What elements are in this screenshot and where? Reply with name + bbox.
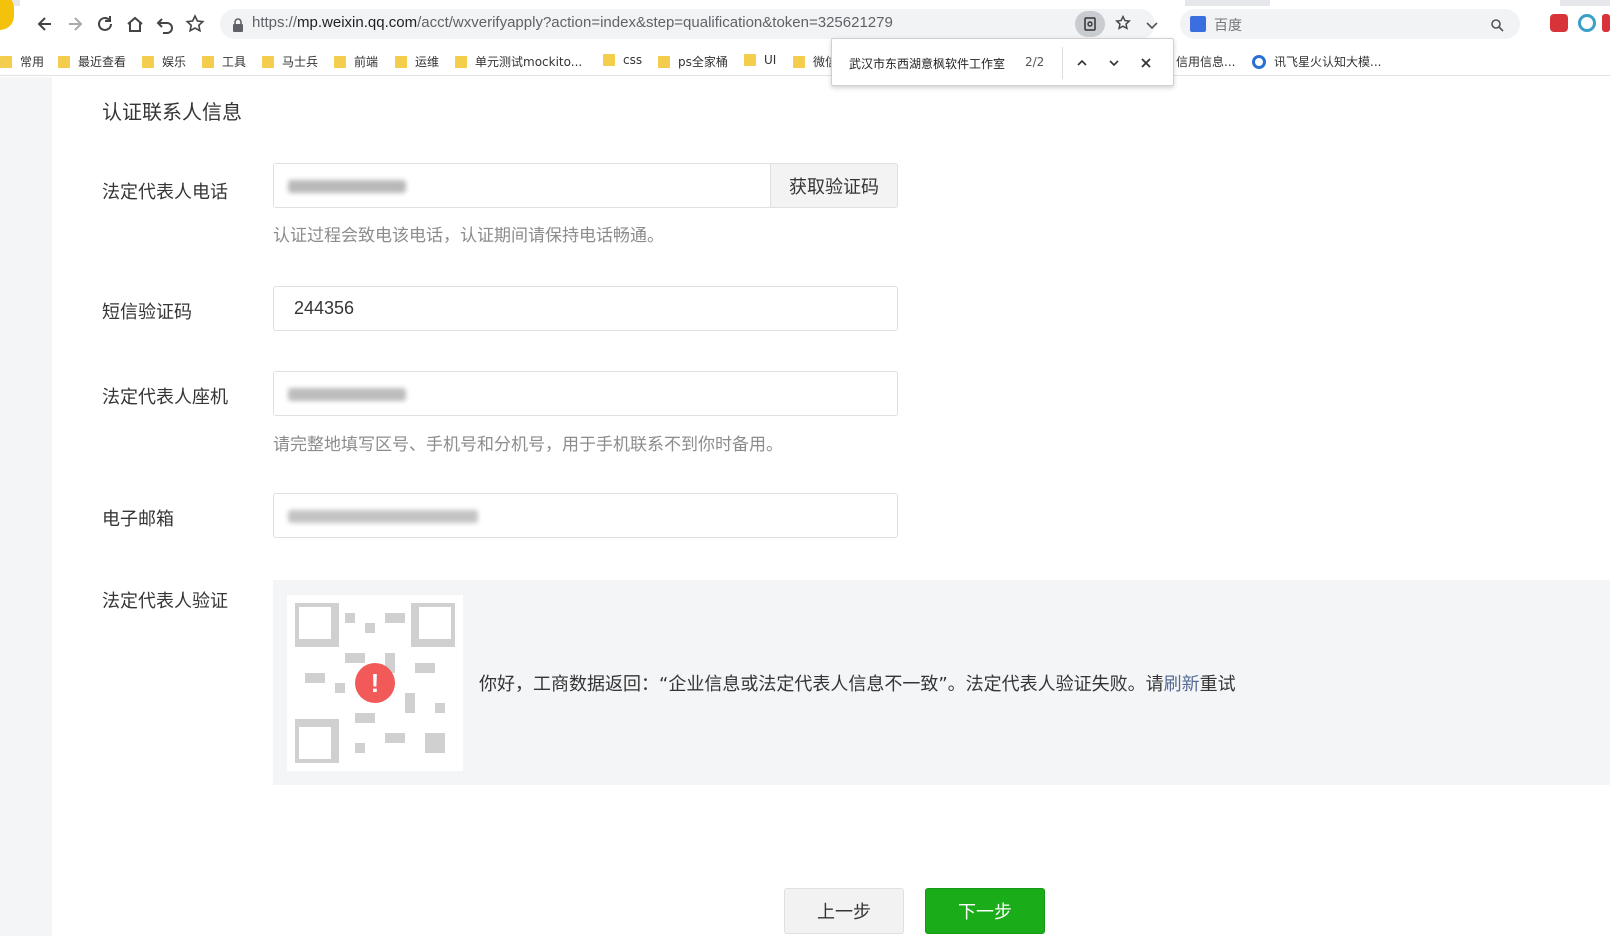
folder-icon [455, 55, 467, 68]
landline-label: 法定代表人座机 [102, 387, 228, 408]
bookmark-item[interactable]: 单元测试mockito... [455, 53, 582, 70]
bookmark-item[interactable]: 讯飞星火认知大模... [1252, 53, 1381, 70]
folder-icon [0, 55, 12, 68]
redacted-value [288, 388, 406, 401]
bookmark-item[interactable]: 常用 [0, 53, 44, 70]
redacted-value [288, 180, 406, 193]
bookmark-item[interactable]: 前端 [334, 53, 378, 70]
email-input[interactable] [273, 493, 898, 538]
search-engine-label: 百度 [1214, 18, 1242, 34]
bookmark-item[interactable]: ps全家桶 [658, 53, 728, 70]
page-background: 认证联系人信息 法定代表人电话 获取验证码 认证过程会致电该电话，认证期间请保持… [0, 77, 1610, 936]
chevron-down-icon[interactable] [1104, 53, 1124, 73]
extension-icon-blue[interactable] [1578, 14, 1596, 32]
browser-tab-2[interactable] [1270, 0, 1560, 6]
folder-icon [142, 55, 154, 68]
verify-message: 你好，工商数据返回：“企业信息或法定代表人信息不一致”。法定代表人验证失败。请刷… [479, 674, 1236, 695]
undo-icon[interactable] [153, 12, 177, 36]
bookmark-item[interactable]: 信用信息... [1176, 53, 1235, 70]
find-divider [1062, 47, 1063, 79]
folder-icon [603, 54, 615, 66]
phone-tip: 认证过程会致电该电话，认证期间请保持电话畅通。 [273, 226, 664, 246]
folder-icon [202, 55, 214, 68]
bookmark-item[interactable]: css [603, 53, 642, 67]
profile-icon[interactable] [0, 0, 14, 30]
browser-toolbar: https://mp.weixin.qq.com/acct/wxverifyap… [0, 0, 1610, 46]
find-bar: 武汉市东西湖意枫软件工作室 2/2 [831, 38, 1174, 86]
folder-icon [334, 55, 346, 68]
search-icon[interactable] [1490, 17, 1504, 36]
chevron-down-icon[interactable] [1145, 17, 1159, 36]
error-icon: ! [355, 663, 395, 703]
prev-step-button[interactable]: 上一步 [784, 888, 904, 934]
browser-tab[interactable] [20, 0, 1185, 6]
lock-icon[interactable] [232, 17, 244, 36]
qr-code[interactable]: ! [287, 595, 463, 771]
landline-input[interactable] [273, 371, 898, 416]
baidu-icon [1190, 16, 1206, 32]
extension-icon-edge[interactable] [1602, 14, 1610, 32]
legal-verify-label: 法定代表人验证 [102, 591, 228, 612]
bookmark-item[interactable]: UI [744, 53, 776, 67]
get-code-button[interactable]: 获取验证码 [770, 163, 898, 208]
sms-code-value: 244356 [294, 298, 355, 318]
bookmark-star-icon[interactable] [183, 12, 207, 36]
bookmarks-bar: 常用 最近查看 娱乐 工具 马士兵 前端 运维 单元测试mockito... c… [0, 46, 1610, 76]
legal-verify-panel: ! 你好，工商数据返回：“企业信息或法定代表人信息不一致”。法定代表人验证失败。… [273, 580, 1610, 785]
search-engine-box[interactable]: 百度 [1180, 9, 1520, 39]
reload-icon[interactable] [93, 12, 117, 36]
find-in-page-icon[interactable] [1075, 11, 1105, 37]
form-card: 认证联系人信息 法定代表人电话 获取验证码 认证过程会致电该电话，认证期间请保持… [52, 77, 1610, 936]
extension-icon-red[interactable] [1550, 14, 1568, 32]
next-step-button[interactable]: 下一步 [925, 888, 1045, 934]
back-icon[interactable] [33, 12, 57, 36]
forward-icon[interactable] [63, 12, 87, 36]
close-icon[interactable] [1136, 53, 1156, 73]
bookmark-item[interactable]: 最近查看 [58, 53, 126, 70]
phone-label: 法定代表人电话 [102, 182, 228, 203]
chevron-up-icon[interactable] [1072, 53, 1092, 73]
sms-code-label: 短信验证码 [102, 302, 192, 323]
bookmark-item[interactable]: 马士兵 [262, 53, 318, 70]
email-label: 电子邮箱 [102, 509, 174, 530]
refresh-link[interactable]: 刷新 [1164, 674, 1200, 695]
phone-input[interactable]: 获取验证码 [273, 163, 898, 208]
folder-icon [744, 54, 756, 66]
folder-icon [58, 55, 70, 68]
bookmark-item[interactable]: 工具 [202, 53, 246, 70]
landline-tip: 请完整地填写区号、手机号和分机号，用于手机联系不到你时备用。 [273, 435, 783, 455]
folder-icon [262, 55, 274, 68]
folder-icon [793, 55, 805, 68]
folder-icon [395, 55, 407, 68]
sms-code-input[interactable]: 244356 [273, 286, 898, 331]
bookmark-item[interactable]: 娱乐 [142, 53, 186, 70]
spark-icon [1252, 54, 1266, 69]
folder-icon [658, 55, 670, 68]
section-title: 认证联系人信息 [102, 100, 242, 124]
find-query[interactable]: 武汉市东西湖意枫软件工作室 [849, 55, 1005, 72]
address-bar[interactable]: https://mp.weixin.qq.com/acct/wxverifyap… [220, 9, 1158, 39]
find-count: 2/2 [1025, 55, 1045, 69]
url-text[interactable]: https://mp.weixin.qq.com/acct/wxverifyap… [252, 14, 893, 31]
home-icon[interactable] [123, 12, 147, 36]
bookmark-item[interactable]: 运维 [395, 53, 439, 70]
redacted-value [288, 510, 478, 523]
star-icon[interactable] [1115, 14, 1131, 35]
